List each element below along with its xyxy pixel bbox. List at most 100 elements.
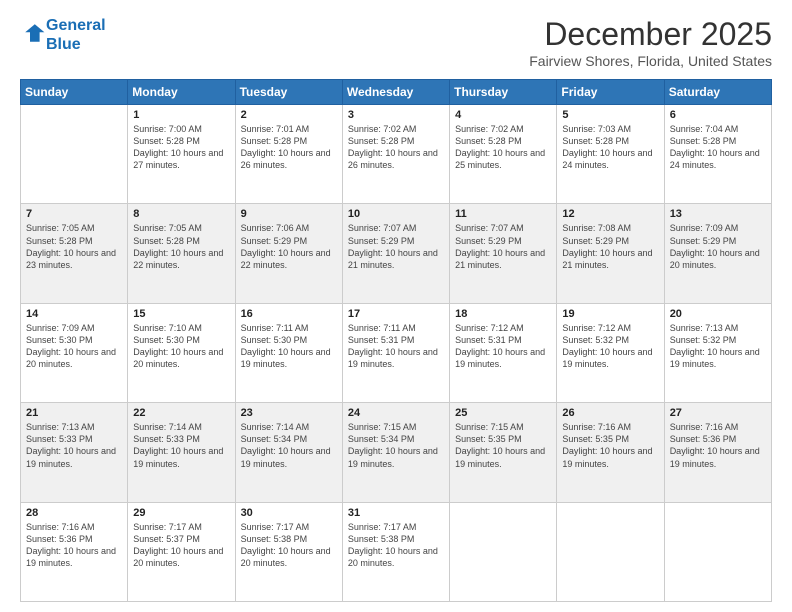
day-cell	[450, 502, 557, 601]
cell-info: Sunrise: 7:08 AMSunset: 5:29 PMDaylight:…	[562, 222, 658, 271]
cell-info: Sunrise: 7:16 AMSunset: 5:35 PMDaylight:…	[562, 421, 658, 470]
day-number: 27	[670, 407, 766, 419]
day-number: 6	[670, 109, 766, 121]
logo-line2: Blue	[46, 36, 81, 53]
day-number: 2	[241, 109, 337, 121]
day-number: 29	[133, 507, 229, 519]
day-cell: 20Sunrise: 7:13 AMSunset: 5:32 PMDayligh…	[664, 303, 771, 402]
day-cell: 7Sunrise: 7:05 AMSunset: 5:28 PMDaylight…	[21, 204, 128, 303]
day-cell: 18 Sunrise: 7:12 AMSunset: 5:31 PMDayligh…	[450, 303, 557, 402]
day-cell: 4 Sunrise: 7:02 AMSunset: 5:28 PMDaylight…	[450, 105, 557, 204]
day-header: Saturday	[664, 80, 771, 105]
calendar: SundayMondayTuesdayWednesdayThursdayFrid…	[20, 79, 772, 602]
cell-info: Sunrise: 7:17 AMSunset: 5:37 PMDaylight:…	[133, 521, 229, 570]
cell-info: Sunrise: 7:01 AMSunset: 5:28 PMDaylight:…	[241, 123, 337, 172]
day-number: 1	[133, 109, 229, 121]
day-cell: 9 Sunrise: 7:06 AMSunset: 5:29 PMDaylight…	[235, 204, 342, 303]
week-row: 1 Sunrise: 7:00 AMSunset: 5:28 PMDaylight…	[21, 105, 772, 204]
day-cell: 15 Sunrise: 7:10 AMSunset: 5:30 PMDayligh…	[128, 303, 235, 402]
cell-info: Sunrise: 7:11 AMSunset: 5:30 PMDaylight:…	[241, 322, 337, 371]
day-header: Thursday	[450, 80, 557, 105]
cell-info: Sunrise: 7:17 AMSunset: 5:38 PMDaylight:…	[348, 521, 444, 570]
day-cell: 23Sunrise: 7:14 AMSunset: 5:34 PMDayligh…	[235, 403, 342, 502]
day-cell: 2 Sunrise: 7:01 AMSunset: 5:28 PMDaylight…	[235, 105, 342, 204]
day-number: 24	[348, 407, 444, 419]
title-block: December 2025 Fairview Shores, Florida, …	[529, 16, 772, 69]
day-number: 30	[241, 507, 337, 519]
cell-info: Sunrise: 7:09 AMSunset: 5:30 PMDaylight:…	[26, 322, 122, 371]
month-title: December 2025	[529, 16, 772, 53]
header: General Blue December 2025 Fairview Shor…	[20, 16, 772, 69]
day-number: 10	[348, 208, 444, 220]
day-number: 31	[348, 507, 444, 519]
day-cell: 6 Sunrise: 7:04 AMSunset: 5:28 PMDaylight…	[664, 105, 771, 204]
day-number: 11	[455, 208, 551, 220]
location: Fairview Shores, Florida, United States	[529, 53, 772, 69]
day-cell: 1 Sunrise: 7:00 AMSunset: 5:28 PMDaylight…	[128, 105, 235, 204]
day-number: 3	[348, 109, 444, 121]
day-number: 20	[670, 308, 766, 320]
day-header: Monday	[128, 80, 235, 105]
day-cell: 12Sunrise: 7:08 AMSunset: 5:29 PMDayligh…	[557, 204, 664, 303]
day-cell: 24 Sunrise: 7:15 AMSunset: 5:34 PMDayligh…	[342, 403, 449, 502]
cell-info: Sunrise: 7:12 AMSunset: 5:32 PMDaylight:…	[562, 322, 658, 371]
logo: General Blue	[20, 16, 106, 54]
day-cell: 31 Sunrise: 7:17 AMSunset: 5:38 PMDayligh…	[342, 502, 449, 601]
cell-info: Sunrise: 7:10 AMSunset: 5:30 PMDaylight:…	[133, 322, 229, 371]
cell-info: Sunrise: 7:06 AMSunset: 5:29 PMDaylight:…	[241, 222, 337, 271]
day-number: 9	[241, 208, 337, 220]
cell-info: Sunrise: 7:15 AMSunset: 5:34 PMDaylight:…	[348, 421, 444, 470]
cell-info: Sunrise: 7:15 AMSunset: 5:35 PMDaylight:…	[455, 421, 551, 470]
day-cell: 13Sunrise: 7:09 AMSunset: 5:29 PMDayligh…	[664, 204, 771, 303]
cell-info: Sunrise: 7:16 AMSunset: 5:36 PMDaylight:…	[670, 421, 766, 470]
day-cell: 10 Sunrise: 7:07 AMSunset: 5:29 PMDayligh…	[342, 204, 449, 303]
cell-info: Sunrise: 7:13 AMSunset: 5:33 PMDaylight:…	[26, 421, 122, 470]
logo-text: General Blue	[46, 16, 106, 54]
day-header: Wednesday	[342, 80, 449, 105]
day-cell: 21 Sunrise: 7:13 AMSunset: 5:33 PMDayligh…	[21, 403, 128, 502]
cell-info: Sunrise: 7:16 AMSunset: 5:36 PMDaylight:…	[26, 521, 122, 570]
day-number: 7	[26, 208, 122, 220]
day-number: 26	[562, 407, 658, 419]
page: General Blue December 2025 Fairview Shor…	[0, 0, 792, 612]
cell-info: Sunrise: 7:11 AMSunset: 5:31 PMDaylight:…	[348, 322, 444, 371]
week-row: 21 Sunrise: 7:13 AMSunset: 5:33 PMDayligh…	[21, 403, 772, 502]
day-cell: 27 Sunrise: 7:16 AMSunset: 5:36 PMDayligh…	[664, 403, 771, 502]
header-row: SundayMondayTuesdayWednesdayThursdayFrid…	[21, 80, 772, 105]
day-cell: 16 Sunrise: 7:11 AMSunset: 5:30 PMDayligh…	[235, 303, 342, 402]
cell-info: Sunrise: 7:02 AMSunset: 5:28 PMDaylight:…	[455, 123, 551, 172]
day-cell	[664, 502, 771, 601]
day-number: 5	[562, 109, 658, 121]
cell-info: Sunrise: 7:00 AMSunset: 5:28 PMDaylight:…	[133, 123, 229, 172]
day-cell: 28Sunrise: 7:16 AMSunset: 5:36 PMDayligh…	[21, 502, 128, 601]
day-header: Tuesday	[235, 80, 342, 105]
day-number: 16	[241, 308, 337, 320]
cell-info: Sunrise: 7:05 AMSunset: 5:28 PMDaylight:…	[133, 222, 229, 271]
day-number: 13	[670, 208, 766, 220]
day-cell	[557, 502, 664, 601]
day-cell: 25Sunrise: 7:15 AMSunset: 5:35 PMDayligh…	[450, 403, 557, 502]
day-cell: 5 Sunrise: 7:03 AMSunset: 5:28 PMDaylight…	[557, 105, 664, 204]
day-number: 19	[562, 308, 658, 320]
day-cell: 17 Sunrise: 7:11 AMSunset: 5:31 PMDayligh…	[342, 303, 449, 402]
week-row: 28Sunrise: 7:16 AMSunset: 5:36 PMDayligh…	[21, 502, 772, 601]
day-number: 18	[455, 308, 551, 320]
day-number: 17	[348, 308, 444, 320]
day-cell	[21, 105, 128, 204]
day-cell: 30 Sunrise: 7:17 AMSunset: 5:38 PMDayligh…	[235, 502, 342, 601]
day-cell: 8Sunrise: 7:05 AMSunset: 5:28 PMDaylight…	[128, 204, 235, 303]
day-number: 23	[241, 407, 337, 419]
cell-info: Sunrise: 7:03 AMSunset: 5:28 PMDaylight:…	[562, 123, 658, 172]
week-row: 14 Sunrise: 7:09 AMSunset: 5:30 PMDayligh…	[21, 303, 772, 402]
cell-info: Sunrise: 7:17 AMSunset: 5:38 PMDaylight:…	[241, 521, 337, 570]
day-number: 15	[133, 308, 229, 320]
day-number: 14	[26, 308, 122, 320]
day-number: 22	[133, 407, 229, 419]
day-number: 4	[455, 109, 551, 121]
cell-info: Sunrise: 7:07 AMSunset: 5:29 PMDaylight:…	[455, 222, 551, 271]
cell-info: Sunrise: 7:07 AMSunset: 5:29 PMDaylight:…	[348, 222, 444, 271]
day-number: 21	[26, 407, 122, 419]
day-header: Friday	[557, 80, 664, 105]
cell-info: Sunrise: 7:04 AMSunset: 5:28 PMDaylight:…	[670, 123, 766, 172]
cell-info: Sunrise: 7:12 AMSunset: 5:31 PMDaylight:…	[455, 322, 551, 371]
